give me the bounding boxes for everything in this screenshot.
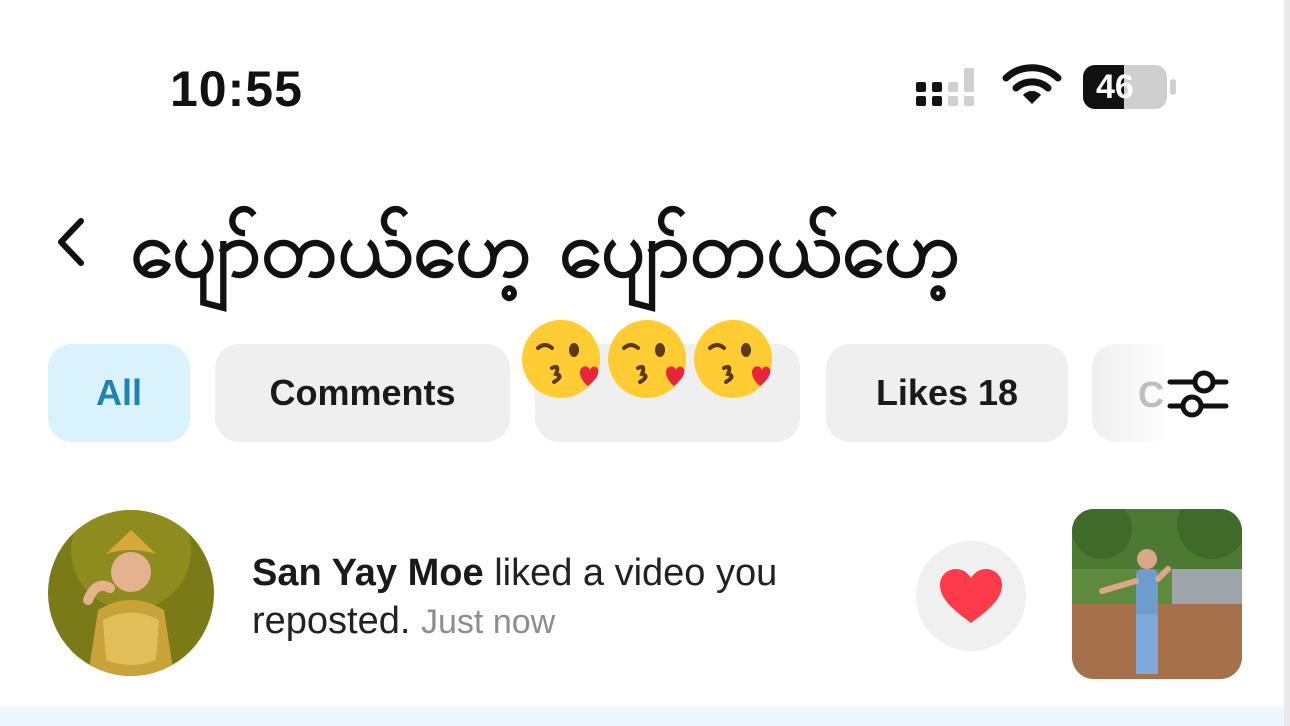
overlay-caption-text: ပျော်တယ်ဟေ့ ပျော်တယ်ဟေ့ <box>130 205 961 295</box>
overlay-emojis <box>520 318 774 400</box>
back-button[interactable] <box>48 212 92 272</box>
heart-icon <box>940 569 1002 623</box>
video-thumbnail[interactable] <box>1072 509 1242 679</box>
notification-row[interactable]: San Yay Moe liked a video you reposted. … <box>0 505 1290 685</box>
notification-text: San Yay Moe liked a video you reposted. … <box>252 549 892 646</box>
battery-icon: 46 <box>1082 64 1178 110</box>
tab-all[interactable]: All <box>48 344 190 442</box>
wifi-icon <box>1002 64 1062 104</box>
kissing-face-with-heart-icon <box>608 320 686 398</box>
status-bar: 10:55 46 <box>0 0 1290 140</box>
kissing-face-with-heart-icon <box>694 320 772 398</box>
like-button[interactable] <box>916 541 1026 651</box>
tab-likes[interactable]: Likes 18 <box>826 344 1068 442</box>
user-name[interactable]: San Yay Moe <box>252 552 484 594</box>
kissing-face-with-heart-icon <box>522 320 600 398</box>
avatar[interactable] <box>48 510 214 676</box>
screen-edge <box>1284 0 1290 726</box>
status-time: 10:55 <box>170 61 303 117</box>
tab-comments[interactable]: Comments <box>215 344 510 442</box>
tab-overflow-label: C <box>1138 374 1164 415</box>
next-notification-row <box>0 706 1290 726</box>
header: ပျော်တယ်ဟေ့ ပျော်တယ်ဟေ့ <box>0 190 1290 330</box>
sliders-icon[interactable] <box>1166 366 1230 422</box>
cellular-signal-icon <box>916 68 974 106</box>
timestamp: Just now <box>421 603 556 641</box>
tab-overflow[interactable]: C <box>1092 344 1172 442</box>
battery-level: 46 <box>1096 68 1134 106</box>
chevron-left-icon <box>58 218 84 266</box>
